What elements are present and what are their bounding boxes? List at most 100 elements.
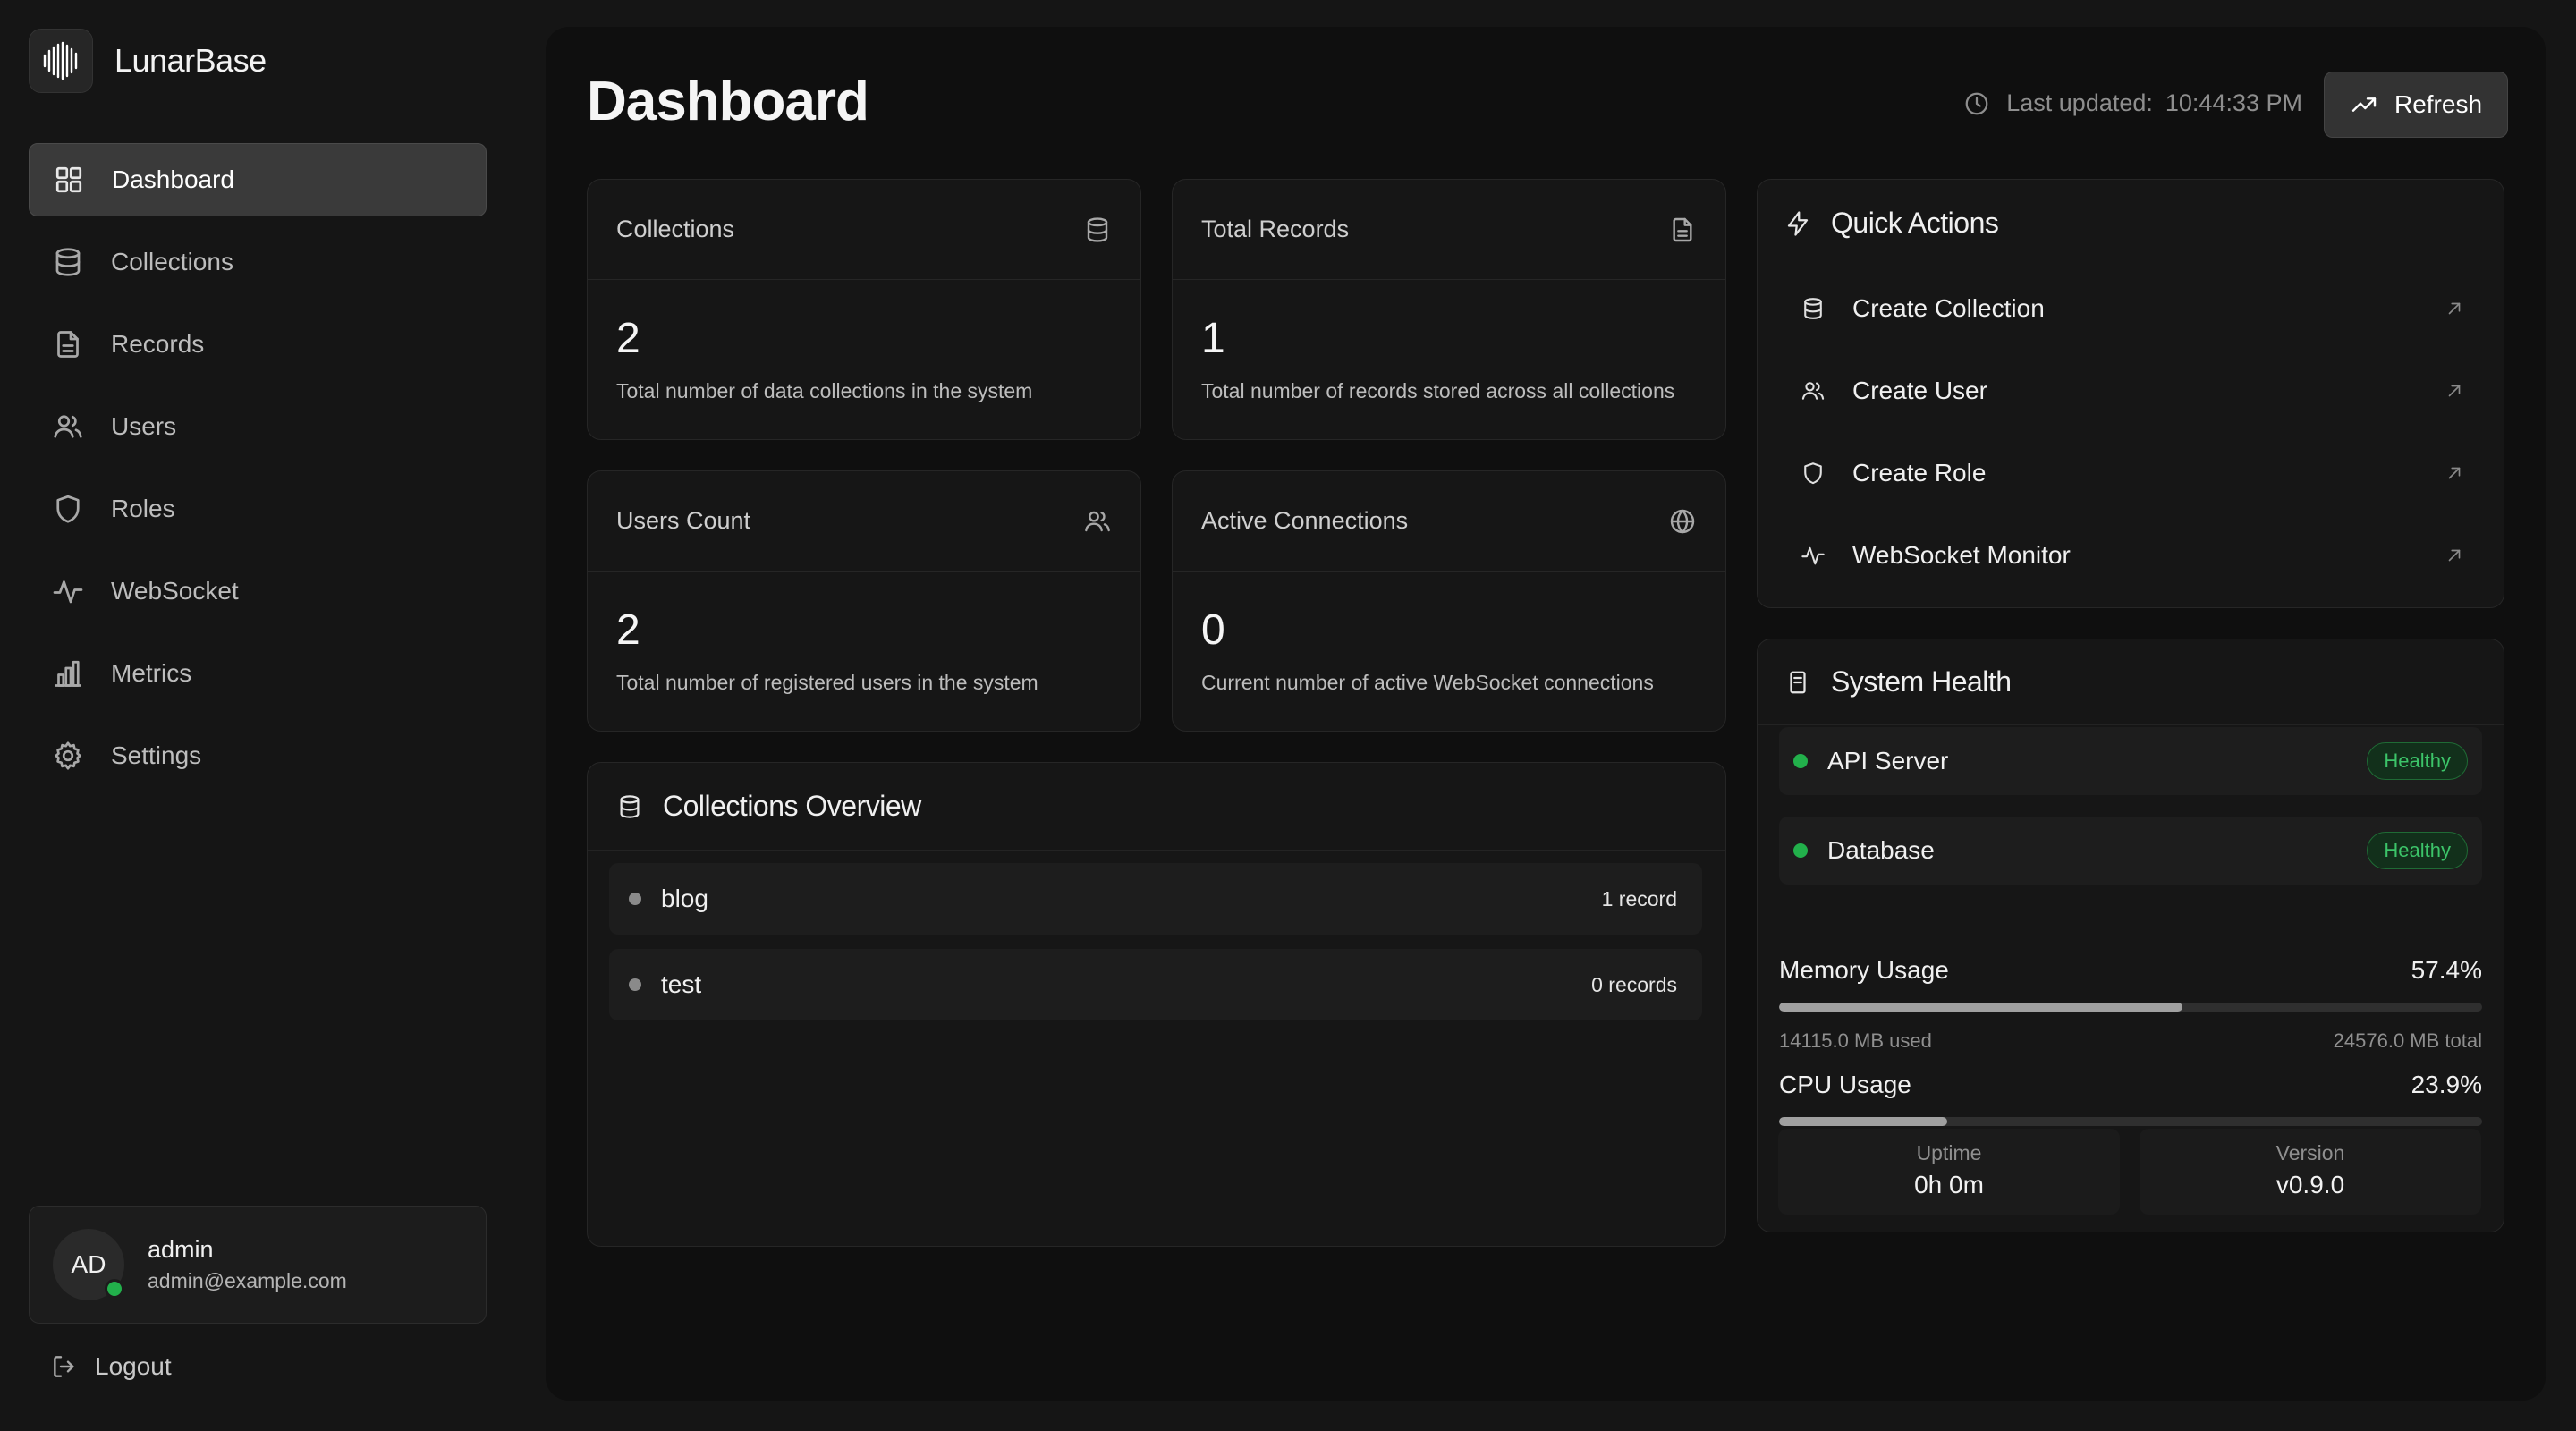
stat-card-header: Users Count — [588, 471, 1140, 572]
server-icon — [1784, 669, 1811, 696]
activity-icon — [1801, 543, 1826, 568]
collection-record-count: 0 records — [1591, 972, 1677, 996]
uptime-value: 0h 0m — [1914, 1171, 1984, 1198]
sidebar-item-label: Users — [111, 412, 177, 440]
uptime-box: Uptime 0h 0m — [1778, 1129, 2120, 1215]
stat-value: 2 — [616, 606, 640, 654]
sidebar-item-collections[interactable]: Collections — [29, 225, 487, 299]
user-profile-card[interactable]: AD admin admin@example.com — [29, 1206, 487, 1324]
uptime-label: Uptime — [1916, 1141, 1982, 1164]
cpu-usage-label: CPU Usage — [1779, 1071, 1911, 1098]
stat-description: Current number of active WebSocket conne… — [1201, 671, 1654, 694]
refresh-label: Refresh — [2394, 90, 2483, 118]
sidebar-item-websocket[interactable]: WebSocket — [29, 555, 487, 628]
section-title: Quick Actions — [1831, 207, 1999, 239]
section-title: System Health — [1831, 665, 2012, 698]
database-icon — [1083, 216, 1112, 244]
logo-icon — [29, 29, 93, 93]
refresh-button[interactable]: Refresh — [2324, 72, 2508, 138]
avatar: AD — [53, 1229, 124, 1300]
section-title: Collections Overview — [663, 790, 921, 822]
service-name: API Server — [1827, 747, 1949, 775]
main-panel: Dashboard Last updated: 10:44:33 PM Refr… — [546, 27, 2546, 1401]
stat-card-header: Active Connections — [1173, 471, 1725, 572]
sidebar-item-label: Dashboard — [112, 165, 234, 193]
collection-row-blog[interactable]: blog 1 record — [609, 863, 1702, 935]
activity-icon — [52, 575, 84, 607]
stat-title: Active Connections — [1201, 507, 1409, 534]
sidebar-item-metrics[interactable]: Metrics — [29, 637, 487, 710]
stat-title: Collections — [616, 216, 735, 242]
status-badge: Healthy — [2367, 742, 2468, 780]
sidebar-item-users[interactable]: Users — [29, 390, 487, 463]
sidebar-item-label: Collections — [111, 248, 233, 275]
last-updated-label: Last updated: — [2006, 89, 2153, 116]
lightning-icon — [1784, 210, 1811, 237]
collection-dot — [629, 893, 641, 905]
online-status-indicator — [105, 1279, 124, 1299]
sidebar-item-dashboard[interactable]: Dashboard — [29, 143, 487, 216]
brand-name: LunarBase — [114, 42, 267, 79]
stat-description: Total number of data collections in the … — [616, 379, 1033, 402]
sidebar-item-roles[interactable]: Roles — [29, 472, 487, 546]
sidebar: LunarBase Dashboard Collections Records … — [0, 0, 519, 1431]
last-updated: Last updated: 10:44:33 PM — [1963, 89, 2302, 117]
logout-icon — [50, 1352, 79, 1381]
sidebar-item-records[interactable]: Records — [29, 308, 487, 381]
stat-card-active-connections: Active Connections 0 Current number of a… — [1172, 470, 1726, 732]
stat-value: 0 — [1201, 606, 1225, 654]
quick-action-label: Create Collection — [1852, 294, 2045, 322]
cpu-usage-percent: 23.9% — [2411, 1071, 2482, 1098]
version-label: Version — [2275, 1141, 2345, 1164]
service-name: Database — [1827, 836, 1935, 864]
status-badge: Healthy — [2367, 832, 2468, 869]
stat-card-header: Collections — [588, 180, 1140, 280]
memory-usage: Memory Usage 57.4% 14115.0 MB used 24576… — [1779, 956, 2482, 1053]
cpu-usage: CPU Usage 23.9% — [1779, 1071, 2482, 1126]
sidebar-item-label: Metrics — [111, 659, 192, 687]
collection-name: blog — [661, 885, 708, 912]
arrow-up-right-icon — [2445, 463, 2464, 483]
memory-usage-fill — [1779, 1003, 2183, 1012]
quick-action-create-user[interactable]: Create User — [1758, 350, 2504, 432]
collection-row-test[interactable]: test 0 records — [609, 949, 1702, 1020]
arrow-up-right-icon — [2445, 299, 2464, 318]
stat-value: 1 — [1201, 315, 1225, 362]
user-info: admin admin@example.com — [148, 1236, 347, 1293]
health-row-api-server: API Server Healthy — [1779, 727, 2482, 795]
quick-action-create-collection[interactable]: Create Collection — [1758, 267, 2504, 350]
health-row-database: Database Healthy — [1779, 817, 2482, 885]
memory-usage-percent: 57.4% — [2411, 956, 2482, 984]
quick-action-create-role[interactable]: Create Role — [1758, 432, 2504, 514]
brand[interactable]: LunarBase — [29, 29, 267, 93]
sidebar-item-settings[interactable]: Settings — [29, 719, 487, 792]
cpu-usage-fill — [1779, 1117, 1947, 1126]
stat-card-header: Total Records — [1173, 180, 1725, 280]
quick-actions-card: Quick Actions Create Collection Create U… — [1757, 179, 2504, 608]
users-icon — [1801, 378, 1826, 403]
stat-title: Total Records — [1201, 216, 1350, 242]
quick-action-websocket-monitor[interactable]: WebSocket Monitor — [1758, 514, 2504, 597]
collection-name: test — [661, 970, 702, 998]
stat-description: Total number of registered users in the … — [616, 671, 1038, 694]
cpu-usage-bar — [1779, 1117, 2482, 1126]
quick-action-label: Create User — [1852, 377, 1987, 404]
database-icon — [1801, 296, 1826, 321]
quick-action-label: Create Role — [1852, 459, 1987, 487]
status-dot — [1793, 754, 1808, 768]
grid-icon — [53, 164, 85, 196]
logout-button[interactable]: Logout — [50, 1352, 172, 1381]
section-header: Collections Overview — [588, 763, 1725, 851]
quick-action-label: WebSocket Monitor — [1852, 541, 2071, 569]
shield-icon — [1801, 461, 1826, 486]
stat-title: Users Count — [616, 507, 751, 534]
sidebar-item-label: Settings — [111, 741, 202, 769]
sidebar-item-label: WebSocket — [111, 577, 239, 605]
user-name: admin — [148, 1236, 214, 1263]
document-icon — [52, 328, 84, 360]
sidebar-item-label: Records — [111, 330, 205, 358]
globe-icon — [1668, 507, 1697, 536]
memory-usage-label: Memory Usage — [1779, 956, 1949, 984]
gear-icon — [52, 740, 84, 772]
stat-value: 2 — [616, 315, 640, 362]
